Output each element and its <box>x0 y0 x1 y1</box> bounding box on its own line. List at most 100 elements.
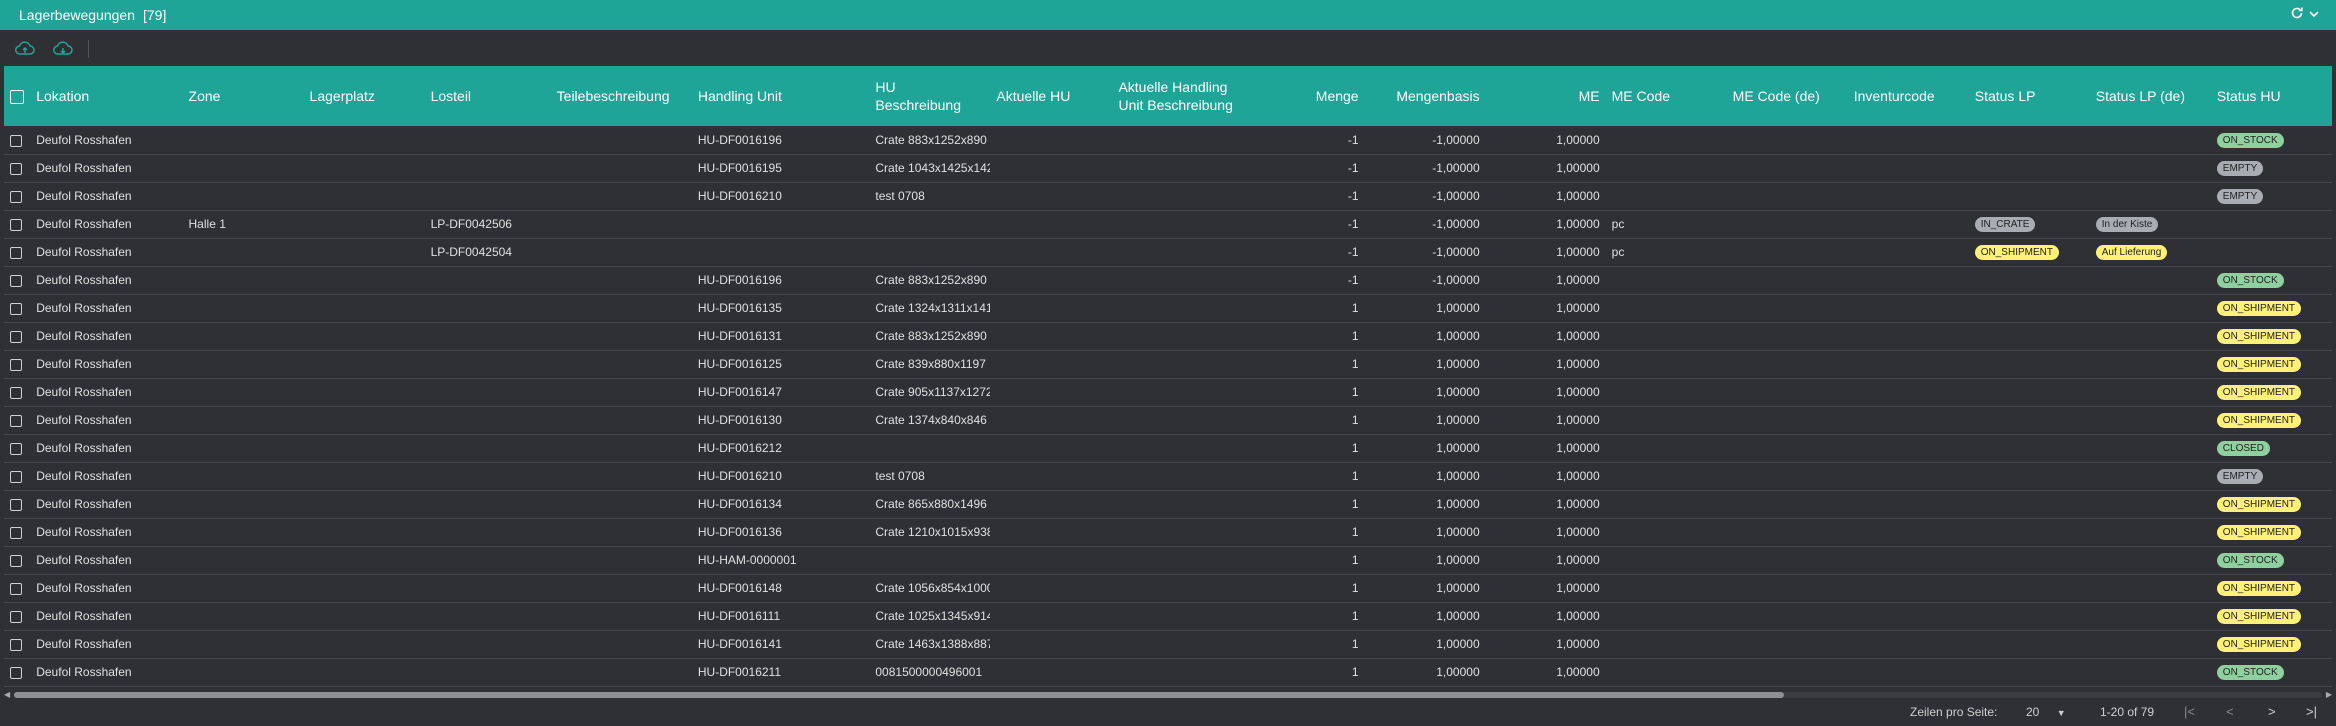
row-checkbox[interactable] <box>4 434 31 463</box>
column-header-status-lp[interactable]: Status LP <box>1968 66 2090 126</box>
column-header-handling-unit[interactable]: Handling Unit <box>691 66 870 126</box>
row-checkbox[interactable] <box>4 238 31 267</box>
row-checkbox[interactable] <box>4 490 31 519</box>
cell-lokation: Deufol Rosshafen <box>30 406 183 435</box>
refresh-icon[interactable] <box>2290 6 2304 23</box>
checkbox-icon[interactable] <box>10 442 22 455</box>
table-row[interactable]: Deufol Rosshafen HU-DF0016135 Crate 1324x1… <box>4 294 2332 323</box>
row-checkbox[interactable] <box>4 154 31 183</box>
table-row[interactable]: Deufol Rosshafen HU-DF0016131 Crate 883x12… <box>4 322 2332 351</box>
row-checkbox[interactable] <box>4 406 31 435</box>
chevron-down-icon[interactable] <box>2308 7 2320 23</box>
column-header-me-code[interactable]: ME Code <box>1605 66 1727 126</box>
prev-page-icon[interactable]: < <box>2226 704 2234 719</box>
checkbox-icon[interactable] <box>10 246 22 259</box>
checkbox-icon[interactable] <box>10 218 22 231</box>
table-row[interactable]: Deufol Rosshafen LP-DF0042504 -1 -1,00000 1,… <box>4 238 2332 267</box>
column-header-status-lp-de[interactable]: Status LP (de) <box>2089 66 2211 126</box>
checkbox-icon[interactable] <box>10 386 22 399</box>
column-header-status-hu[interactable]: Status HU <box>2210 66 2332 126</box>
table-row[interactable]: Deufol Rosshafen Halle 1 LP-DF0042506 -1 -1,… <box>4 210 2332 239</box>
column-header-hu-beschreibung[interactable]: HU Beschreibung <box>869 66 991 126</box>
checkbox-icon[interactable] <box>10 274 22 287</box>
column-header-zone[interactable]: Zone <box>182 66 304 126</box>
column-header-me-code-de[interactable]: ME Code (de) <box>1726 66 1848 126</box>
cell-teilebeschreibung <box>550 434 692 463</box>
table-row[interactable]: Deufol Rosshafen HU-DF0016111 Crate 1025x1… <box>4 602 2332 631</box>
table-row[interactable]: Deufol Rosshafen HU-DF0016210 test 0708 1 1,… <box>4 462 2332 491</box>
column-header-losteil[interactable]: Losteil <box>424 66 551 126</box>
checkbox-icon[interactable] <box>10 414 22 427</box>
row-checkbox[interactable] <box>4 602 31 631</box>
row-checkbox[interactable] <box>4 574 31 603</box>
rows-per-page-select[interactable]: 20 ▼ <box>2026 705 2066 719</box>
row-checkbox[interactable] <box>4 378 31 407</box>
row-checkbox[interactable] <box>4 210 31 239</box>
row-checkbox[interactable] <box>4 182 31 211</box>
row-checkbox[interactable] <box>4 350 31 379</box>
checkbox-icon[interactable] <box>10 498 22 511</box>
column-header-me[interactable]: ME <box>1485 66 1606 126</box>
checkbox-icon[interactable] <box>10 582 22 595</box>
cell-losteil <box>424 546 551 575</box>
select-all-checkbox[interactable] <box>4 66 31 126</box>
row-checkbox[interactable] <box>4 462 31 491</box>
first-page-icon[interactable]: |< <box>2184 704 2195 719</box>
row-checkbox[interactable] <box>4 266 31 295</box>
table-row[interactable]: Deufol Rosshafen HU-DF0016195 Crate 1043x1… <box>4 154 2332 183</box>
row-checkbox[interactable] <box>4 126 31 155</box>
column-header-lagerplatz[interactable]: Lagerplatz <box>303 66 425 126</box>
table-row[interactable]: Deufol Rosshafen HU-DF0016147 Crate 905x11… <box>4 378 2332 407</box>
cell-mengenbasis: 1,00000 <box>1364 630 1486 659</box>
checkbox-icon[interactable] <box>10 190 22 203</box>
row-checkbox[interactable] <box>4 518 31 547</box>
table-row[interactable]: Deufol Rosshafen HU-DF0016210 test 0708 -1-… <box>4 182 2332 211</box>
scroll-right-icon[interactable]: ▶ <box>2326 690 2332 699</box>
table-row[interactable]: Deufol Rosshafen HU-HAM-0000001 1 1,00000 1,… <box>4 546 2332 575</box>
checkbox-icon[interactable] <box>10 666 22 679</box>
row-checkbox[interactable] <box>4 630 31 659</box>
checkbox-icon[interactable] <box>10 330 22 343</box>
row-checkbox[interactable] <box>4 546 31 575</box>
checkbox-icon[interactable] <box>10 134 22 147</box>
table-row[interactable]: Deufol Rosshafen HU-DF0016211 008150000049… <box>4 658 2332 687</box>
checkbox-icon[interactable] <box>10 526 22 539</box>
checkbox-icon[interactable] <box>10 554 22 567</box>
table-row[interactable]: Deufol Rosshafen HU-DF0016125 Crate 839x88… <box>4 350 2332 379</box>
next-page-icon[interactable]: > <box>2268 704 2276 719</box>
row-checkbox[interactable] <box>4 658 31 687</box>
horizontal-scrollbar[interactable]: ◀ ▶ <box>4 690 2332 700</box>
cell-status-hu: ON_STOCK <box>2210 546 2332 575</box>
checkbox-icon[interactable] <box>10 358 22 371</box>
table-row[interactable]: Deufol Rosshafen HU-DF0016134 Crate 865x88… <box>4 490 2332 519</box>
cell-status-lp <box>1968 546 2090 575</box>
cell-menge: 1 <box>1239 602 1365 631</box>
checkbox-icon[interactable] <box>10 470 22 483</box>
row-checkbox[interactable] <box>4 294 31 323</box>
table-row[interactable]: Deufol Rosshafen HU-DF0016136 Crate 1210x1… <box>4 518 2332 547</box>
table-row[interactable]: Deufol Rosshafen HU-DF0016148 Crate 1056x8… <box>4 574 2332 603</box>
column-header-mengenbasis[interactable]: Mengenbasis <box>1364 66 1486 126</box>
checkbox-icon[interactable] <box>10 638 22 651</box>
row-checkbox[interactable] <box>4 322 31 351</box>
column-header-inventurcode[interactable]: Inventurcode <box>1847 66 1969 126</box>
column-header-teilebeschreibung[interactable]: Teilebeschreibung <box>550 66 692 126</box>
scrollbar-thumb[interactable] <box>14 692 1784 698</box>
table-row[interactable]: Deufol Rosshafen HU-DF0016212 1 1,00000 1,00… <box>4 434 2332 463</box>
table-row[interactable]: Deufol Rosshafen HU-DF0016141 Crate 1463x1… <box>4 630 2332 659</box>
table-row[interactable]: Deufol Rosshafen HU-DF0016196 Crate 883x12… <box>4 126 2332 155</box>
checkbox-icon[interactable] <box>10 610 22 623</box>
table-row[interactable]: Deufol Rosshafen HU-DF0016196 Crate 883x12… <box>4 266 2332 295</box>
checkbox-icon[interactable] <box>10 302 22 315</box>
column-header-aktuelle-hu[interactable]: Aktuelle HU <box>990 66 1113 126</box>
last-page-icon[interactable]: >| <box>2306 704 2317 719</box>
column-header-aktuelle-hu-beschreibung[interactable]: Aktuelle Handling Unit Beschreibung <box>1112 66 1240 126</box>
column-header-menge[interactable]: Menge <box>1239 66 1365 126</box>
cloud-download-icon[interactable] <box>52 38 74 60</box>
checkbox-icon[interactable] <box>10 162 22 175</box>
table-row[interactable]: Deufol Rosshafen HU-DF0016130 Crate 1374x8… <box>4 406 2332 435</box>
scroll-left-icon[interactable]: ◀ <box>4 690 10 699</box>
cell-me-code <box>1605 294 1727 323</box>
cloud-upload-icon[interactable] <box>14 38 36 60</box>
column-header-lokation[interactable]: Lokation <box>30 66 183 126</box>
